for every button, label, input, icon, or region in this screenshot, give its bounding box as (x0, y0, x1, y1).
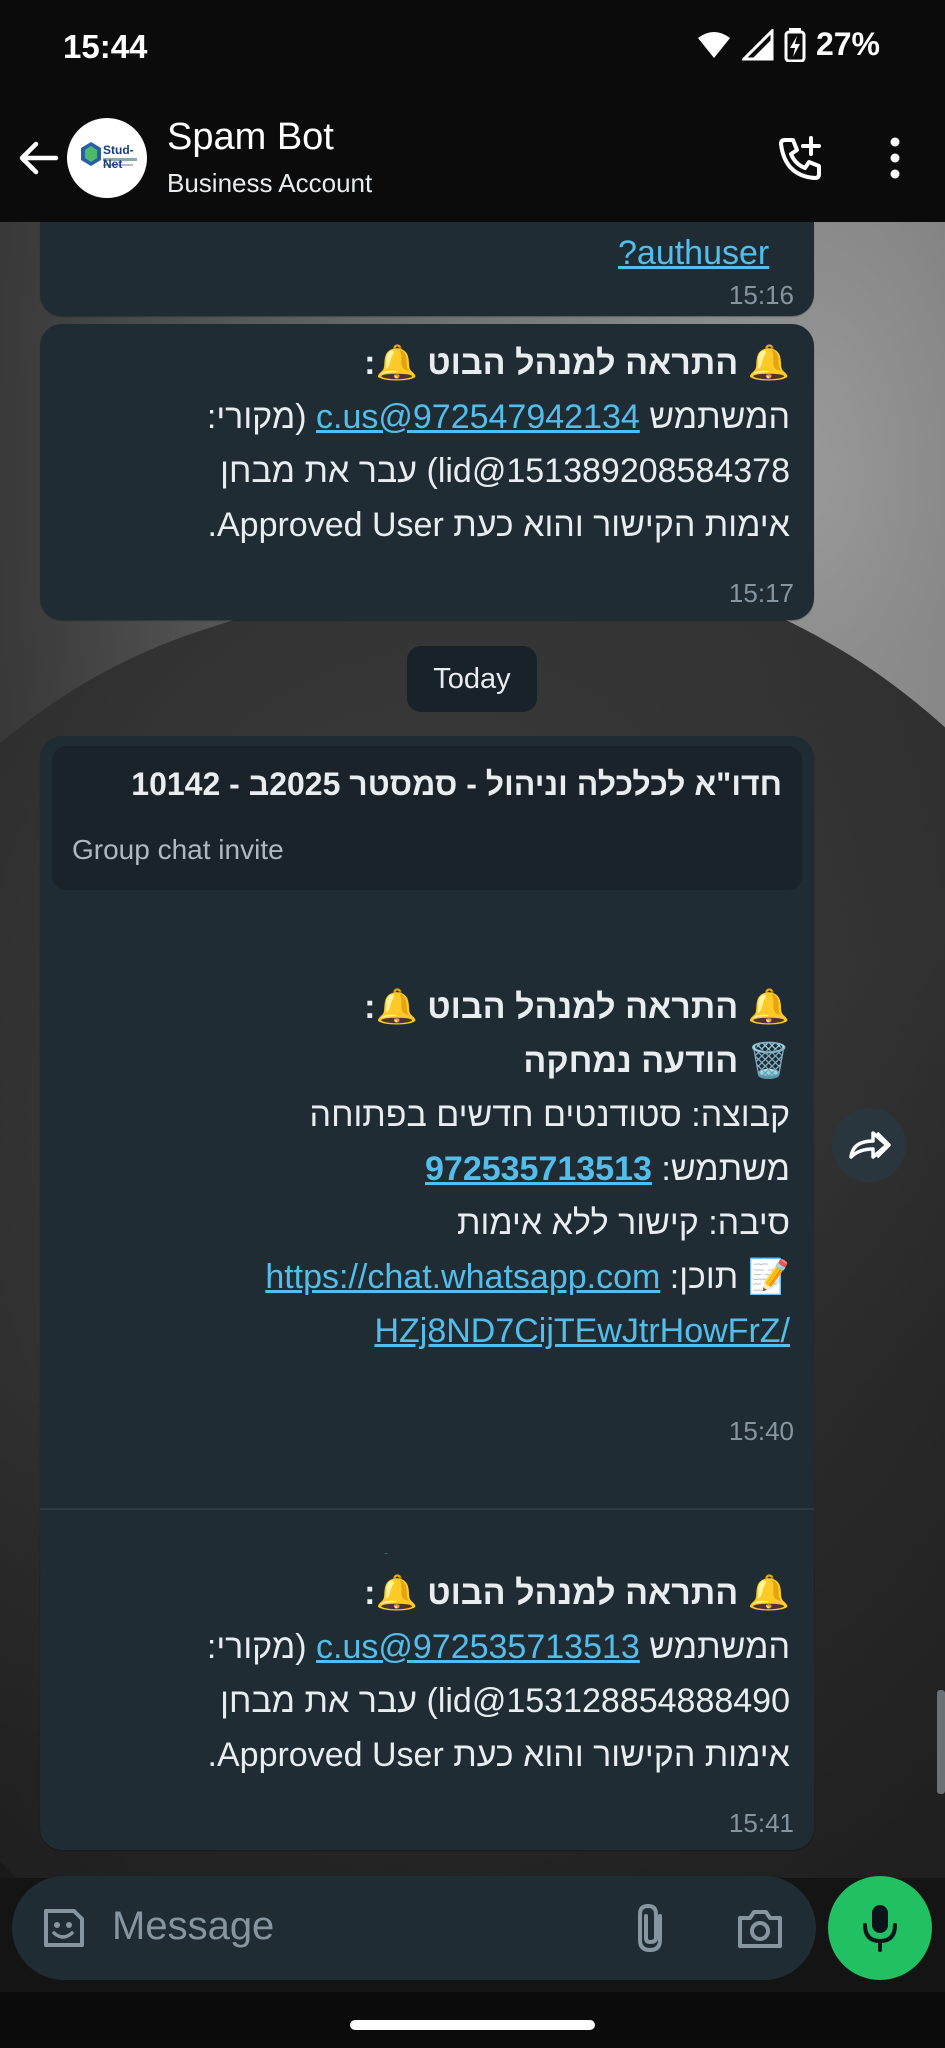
invite-subtitle: Group chat invite (72, 834, 284, 865)
message-body: 🔔 התראה למנהל הבוט 🔔: 🗑️ הודעה נמחקה קבו… (64, 980, 790, 1358)
back-arrow-icon[interactable] (16, 136, 60, 180)
scrollbar-thumb[interactable] (937, 1690, 945, 1794)
message-line: אימות הקישור והוא כעת Approved User. (207, 506, 790, 544)
avatar-logo-text: Stud-Net (103, 143, 134, 171)
camera-icon[interactable] (734, 1906, 786, 1952)
emoji-sticker-icon[interactable] (38, 1903, 88, 1953)
message-bubble[interactable]: 🔔 התראה למנהל הבוט 🔔: המשתמש 97253571351… (40, 1554, 814, 1850)
chat-header: Stud-Net Spam Bot Business Account (0, 96, 945, 222)
message-text: המשתמש (639, 1628, 790, 1666)
message-line: אימות הקישור והוא כעת Approved User. (207, 1736, 790, 1774)
attach-icon[interactable] (632, 1902, 672, 1954)
message-time: 15:16 (728, 280, 794, 310)
content-link[interactable]: https://chat.whatsapp.com (265, 1258, 660, 1296)
system-nav-bar (0, 1992, 945, 2048)
mic-button[interactable] (828, 1876, 932, 1980)
forward-button[interactable] (832, 1108, 906, 1182)
date-chip: Today (407, 646, 537, 712)
message-composer[interactable]: Message (12, 1876, 816, 1980)
status-bar: 15:44 27% (0, 0, 945, 96)
message-link[interactable]: ?authuser (618, 234, 769, 272)
message-body: 🔔 התראה למנהל הבוט 🔔: המשתמש 97254794213… (64, 336, 790, 552)
user-link[interactable]: 972535713513 (425, 1150, 652, 1188)
message-line: 151389208584378@lid) עבר את מבחן (220, 452, 790, 490)
reason-line: סיבה: קישור ללא אימות (456, 1204, 790, 1242)
contact-name[interactable]: Spam Bot (167, 116, 334, 159)
user-link[interactable]: 972547942134@c.us (316, 398, 640, 436)
message-time: 15:40 (728, 1416, 794, 1446)
message-line: 153128854888490@lid) עבר את מבחן (220, 1682, 790, 1720)
user-line: משתמש: 972535713513 (64, 1142, 790, 1196)
deleted-notice: 🗑️ הודעה נמחקה (523, 1042, 790, 1080)
group-invite-card[interactable]: חדו"א לכלכלה וניהול - סמסטר 2025ב - 1014… (52, 746, 802, 890)
message-text: (מקורי: (206, 1628, 317, 1666)
message-time: 15:17 (728, 578, 794, 608)
message-title: 🔔 התראה למנהל הבוט 🔔: (364, 344, 790, 382)
message-time: 15:41 (728, 1808, 794, 1838)
home-handle[interactable] (350, 2020, 595, 2030)
wifi-icon (697, 31, 730, 58)
message-line: המשתמש 972547942134@c.us (מקורי: (64, 390, 790, 444)
message-text: (מקורי: (206, 398, 317, 436)
message-input[interactable]: Message (112, 1904, 274, 1949)
message-text: משתמש: (651, 1150, 790, 1188)
group-line: קבוצה: סטודנטים חדשים בפתוחה (309, 1096, 790, 1134)
signal-icon (741, 28, 774, 60)
status-time: 15:44 (63, 28, 148, 65)
content-link-cont[interactable]: /HZj8ND7CijTEwJtrHowFrZ (374, 1312, 790, 1350)
message-text: 📝 תוכן: (660, 1258, 790, 1296)
battery-percent: 27% (815, 26, 880, 62)
call-add-icon[interactable] (775, 134, 825, 184)
message-title: 🔔 התראה למנהל הבוט 🔔: (364, 988, 790, 1026)
message-text: המשתמש (639, 398, 790, 436)
more-vert-icon[interactable] (880, 136, 910, 180)
contact-subtitle[interactable]: Business Account (167, 168, 372, 199)
message-title: 🔔 התראה למנהל הבוט 🔔: (364, 1574, 790, 1612)
user-link[interactable]: 972535713513@c.us (316, 1628, 640, 1666)
mic-icon (863, 1905, 897, 1952)
avatar[interactable]: Stud-Net (67, 118, 147, 198)
content-line: 📝 תוכן: https://chat.whatsapp.com (64, 1250, 790, 1304)
message-bubble[interactable]: 🔔 התראה למנהל הבוט 🔔: המשתמש 97254794213… (40, 324, 814, 620)
message-body: 🔔 התראה למנהל הבוט 🔔: המשתמש 97253571351… (64, 1566, 790, 1782)
message-line: המשתמש 972535713513@c.us (מקורי: (64, 1620, 790, 1674)
content-line-2: /HZj8ND7CijTEwJtrHowFrZ (64, 1304, 790, 1358)
forward-icon (849, 1131, 891, 1159)
message-bubble[interactable]: חדו"א לכלכלה וניהול - סמסטר 2025ב - 1014… (40, 736, 814, 1626)
battery-icon (784, 27, 806, 62)
invite-group-name: חדו"א לכלכלה וניהול - סמסטר 2025ב - 1014… (131, 766, 782, 802)
message-bubble[interactable]: ?authuser 15:16 (40, 222, 814, 316)
chat-area[interactable]: ?authuser 15:16 🔔 התראה למנהל הבוט 🔔: המ… (0, 222, 945, 1878)
status-icons: 27% (696, 26, 880, 63)
